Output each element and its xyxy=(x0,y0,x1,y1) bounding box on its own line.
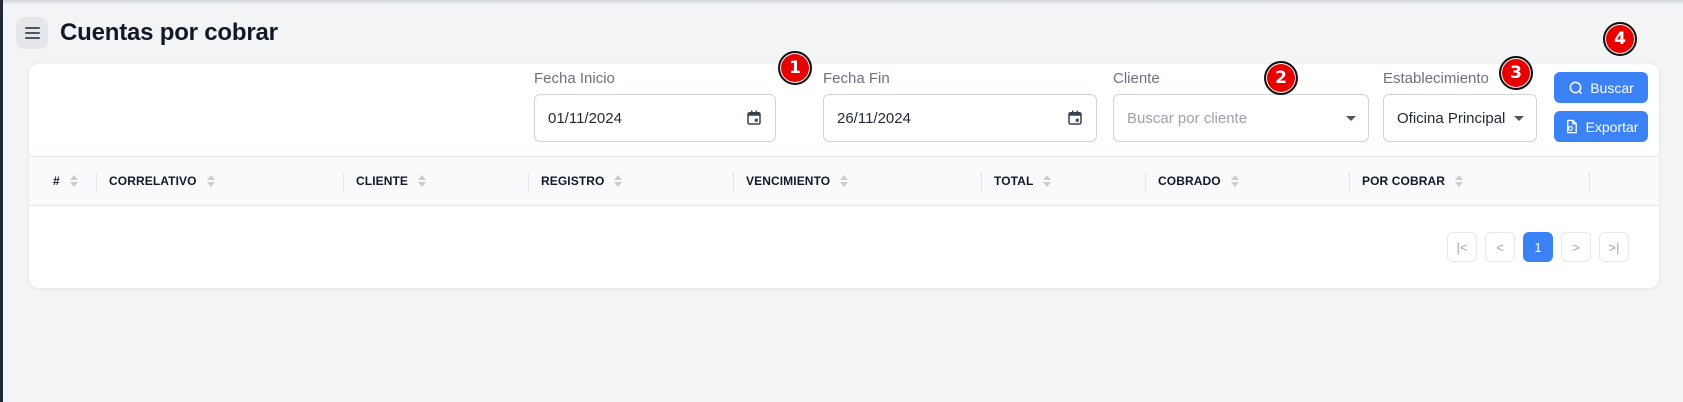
sort-icon xyxy=(1043,175,1052,187)
chevron-down-icon xyxy=(1514,116,1524,121)
column-divider xyxy=(1589,172,1590,192)
column-header-number[interactable]: # xyxy=(53,157,78,205)
export-file-icon xyxy=(1566,119,1577,134)
fecha-fin-label: Fecha Fin xyxy=(823,70,890,87)
column-header-registro[interactable]: REGISTRO xyxy=(541,157,623,205)
fecha-fin-input[interactable]: 26/11/2024 xyxy=(823,94,1097,142)
page-title: Cuentas por cobrar xyxy=(60,19,278,46)
column-divider xyxy=(96,172,97,192)
first-page-button[interactable]: |< xyxy=(1447,232,1477,262)
column-divider xyxy=(1145,172,1146,192)
left-edge xyxy=(0,0,3,402)
annotation-marker-3: 3 xyxy=(1499,56,1533,90)
table-header-row: # CORRELATIVO CLIENTE REGISTRO VENCIMIEN… xyxy=(29,156,1659,206)
buscar-label: Buscar xyxy=(1590,79,1634,96)
sort-icon xyxy=(1455,175,1464,187)
column-divider xyxy=(343,172,344,192)
annotation-marker-1: 1 xyxy=(778,51,812,85)
calendar-icon[interactable] xyxy=(745,109,763,127)
cliente-label: Cliente xyxy=(1113,70,1160,87)
menu-toggle-button[interactable] xyxy=(16,17,48,49)
establecimiento-value: Oficina Principal xyxy=(1397,109,1506,127)
establecimiento-label: Establecimiento xyxy=(1383,70,1489,87)
top-edge xyxy=(0,0,1683,4)
column-divider xyxy=(981,172,982,192)
fecha-inicio-label: Fecha Inicio xyxy=(534,70,615,87)
search-icon xyxy=(1569,81,1583,95)
column-header-por-cobrar[interactable]: POR COBRAR xyxy=(1362,157,1464,205)
column-divider xyxy=(528,172,529,192)
exportar-label: Exportar xyxy=(1585,118,1639,135)
filters-table-card: Fecha Inicio 01/11/2024 Fecha Fin 26/11/… xyxy=(29,64,1659,288)
fecha-inicio-value: 01/11/2024 xyxy=(548,109,622,127)
cliente-select[interactable]: Buscar por cliente xyxy=(1113,94,1369,142)
last-page-button[interactable]: >| xyxy=(1599,232,1629,262)
column-header-vencimiento[interactable]: VENCIMIENTO xyxy=(746,157,849,205)
prev-page-button[interactable]: < xyxy=(1485,232,1515,262)
exportar-button[interactable]: Exportar xyxy=(1554,111,1648,142)
sort-icon xyxy=(206,175,215,187)
calendar-icon[interactable] xyxy=(1066,109,1084,127)
hamburger-icon xyxy=(24,27,40,29)
annotation-marker-2: 2 xyxy=(1264,61,1298,95)
sort-icon xyxy=(418,175,427,187)
annotation-marker-4: 4 xyxy=(1603,22,1637,56)
hamburger-icon xyxy=(24,32,40,34)
sort-icon xyxy=(840,175,849,187)
buscar-button[interactable]: Buscar xyxy=(1554,72,1648,103)
column-header-cliente[interactable]: CLIENTE xyxy=(356,157,427,205)
hamburger-icon xyxy=(24,37,40,39)
column-divider xyxy=(733,172,734,192)
page-1-button[interactable]: 1 xyxy=(1523,232,1553,262)
column-header-total[interactable]: TOTAL xyxy=(994,157,1052,205)
column-divider xyxy=(1349,172,1350,192)
establecimiento-select[interactable]: Oficina Principal xyxy=(1383,94,1537,142)
column-header-cobrado[interactable]: COBRADO xyxy=(1158,157,1239,205)
sort-icon xyxy=(1230,175,1239,187)
column-header-correlativo[interactable]: CORRELATIVO xyxy=(109,157,215,205)
sort-icon xyxy=(69,175,78,187)
fecha-fin-value: 26/11/2024 xyxy=(837,109,911,127)
next-page-button[interactable]: > xyxy=(1561,232,1591,262)
cliente-placeholder: Buscar por cliente xyxy=(1127,109,1248,127)
fecha-inicio-input[interactable]: 01/11/2024 xyxy=(534,94,776,142)
chevron-down-icon xyxy=(1346,116,1356,121)
sort-icon xyxy=(614,175,623,187)
